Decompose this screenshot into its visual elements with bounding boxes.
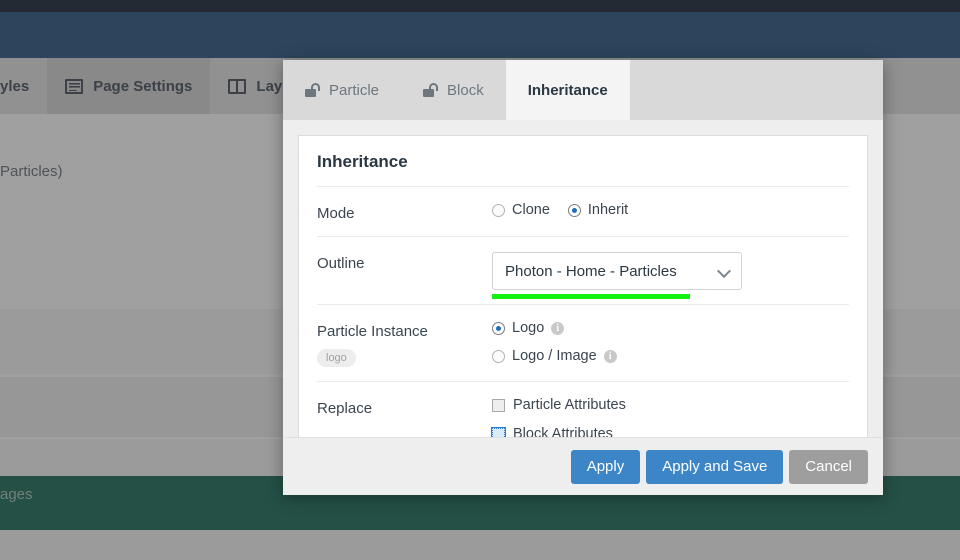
tab-inheritance-label: Inheritance: [527, 81, 608, 99]
tab-particle-label: Particle: [329, 81, 380, 99]
particle-instance-option-logo-image[interactable]: Logo / Image i: [492, 348, 849, 364]
row-particle-instance-label: Particle Instance logo: [317, 319, 492, 367]
replace-checkbox-group: Particle Attributes Block Attributes: [491, 397, 849, 442]
radio-logo-image[interactable]: [492, 349, 505, 363]
particle-instance-radio-group: Logo i Logo / Image i: [492, 320, 849, 364]
radio-clone[interactable]: [492, 203, 505, 217]
tab-particle[interactable]: Particle: [283, 60, 401, 120]
dialog-body: Inheritance Mode Clone Inherit Outline P…: [283, 120, 883, 457]
card-title: Inheritance: [317, 152, 408, 171]
inheritance-card: Inheritance Mode Clone Inherit Outline P…: [298, 135, 868, 457]
radio-logo-label[interactable]: Logo: [512, 320, 544, 336]
radio-logo[interactable]: [492, 321, 505, 335]
cancel-button[interactable]: Cancel: [789, 449, 868, 484]
row-mode-label: Mode: [317, 205, 355, 222]
replace-option-particle-attributes[interactable]: Particle Attributes: [492, 397, 849, 413]
outline-progress-bar: [492, 294, 690, 299]
apply-button[interactable]: Apply: [570, 449, 641, 484]
row-outline-label: Outline: [317, 255, 365, 272]
outline-select-wrapper: Photon - Home - Particles: [492, 252, 742, 299]
dialog-tab-bar: Particle Block Inheritance: [283, 60, 883, 120]
row-mode: Mode Clone Inherit: [317, 186, 849, 236]
radio-logo-image-label[interactable]: Logo / Image: [512, 348, 597, 364]
row-replace-label: Replace: [317, 400, 373, 417]
apply-and-save-button[interactable]: Apply and Save: [646, 449, 784, 484]
row-particle-instance: Particle Instance logo Logo i Logo / Ima…: [317, 304, 849, 381]
radio-inherit[interactable]: [567, 203, 581, 217]
outline-select-value: Photon - Home - Particles: [505, 262, 677, 280]
checkbox-particle-attributes[interactable]: [492, 398, 505, 412]
tab-block-label: Block: [447, 81, 484, 99]
particle-instance-option-logo[interactable]: Logo i: [492, 320, 849, 336]
tab-inheritance[interactable]: Inheritance: [505, 60, 630, 120]
tab-bar-filler: [629, 60, 883, 120]
inheritance-dialog: Particle Block Inheritance Inheritance M…: [283, 60, 883, 495]
row-outline: Outline Photon - Home - Particles: [317, 236, 849, 304]
info-icon[interactable]: i: [551, 321, 565, 335]
mode-option-inherit[interactable]: Inherit: [567, 202, 628, 218]
unlocked-padlock-icon: [305, 83, 320, 97]
dialog-footer: Apply Apply and Save Cancel: [283, 437, 883, 495]
particle-instance-badge: logo: [317, 349, 356, 367]
info-icon[interactable]: i: [603, 349, 617, 363]
radio-clone-label[interactable]: Clone: [512, 202, 550, 218]
screen: yles Page Settings Layo Particles) ages …: [0, 0, 960, 560]
checkbox-particle-attributes-label[interactable]: Particle Attributes: [513, 397, 626, 413]
chevron-down-icon: [718, 268, 729, 275]
unlocked-padlock-icon: [423, 83, 439, 97]
mode-radio-group: Clone Inherit: [492, 202, 849, 218]
mode-option-clone[interactable]: Clone: [492, 202, 550, 218]
tab-block[interactable]: Block: [401, 60, 506, 120]
radio-inherit-label[interactable]: Inherit: [588, 202, 628, 218]
particle-instance-title: Particle Instance: [317, 323, 428, 340]
outline-select[interactable]: Photon - Home - Particles: [492, 252, 742, 290]
